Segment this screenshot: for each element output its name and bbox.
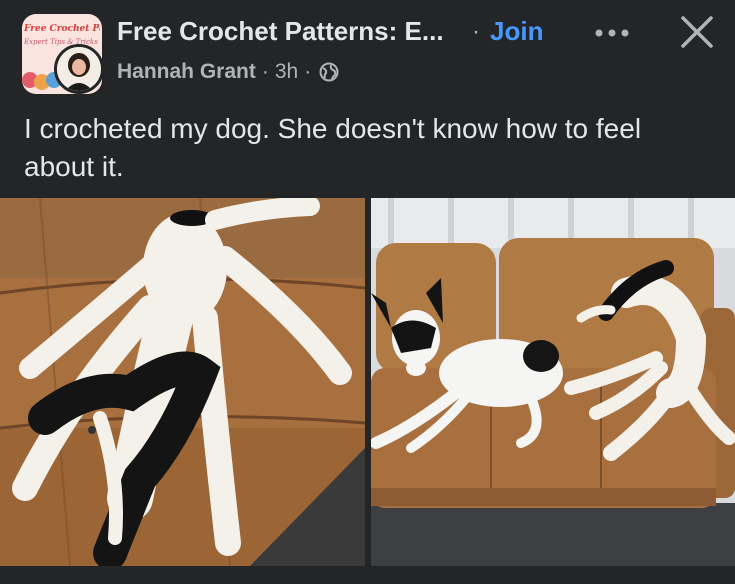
close-icon[interactable] xyxy=(680,15,714,49)
join-button[interactable]: Join xyxy=(490,16,543,47)
post-text: I crocheted my dog. She doesn't know how… xyxy=(24,113,642,182)
photo-dog-image xyxy=(371,198,735,566)
post-meta: Hannah Grant · 3h · xyxy=(117,60,339,84)
photo-plush-image xyxy=(0,198,365,566)
meta-separator: · xyxy=(261,60,269,83)
avatar-image xyxy=(57,47,101,91)
meta-separator: · xyxy=(304,60,312,83)
user-avatar[interactable] xyxy=(54,44,104,94)
header-separator: · xyxy=(472,18,480,45)
author-name[interactable]: Hannah Grant xyxy=(117,60,256,84)
group-avatar-title: Free Crochet Patterns xyxy=(24,24,100,34)
globe-icon[interactable] xyxy=(319,62,339,82)
group-name[interactable]: Free Crochet Patterns: E... xyxy=(117,16,444,47)
group-avatar-subtitle: Expert Tips & Tricks xyxy=(24,38,98,46)
post-photo-plush[interactable] xyxy=(0,198,365,566)
post-timestamp[interactable]: 3h xyxy=(275,60,298,84)
post-header: Free Crochet Patterns Expert Tips & Tric… xyxy=(0,0,735,100)
more-options-icon[interactable] xyxy=(594,28,630,38)
post-photo-dog-and-plush[interactable] xyxy=(371,198,735,566)
